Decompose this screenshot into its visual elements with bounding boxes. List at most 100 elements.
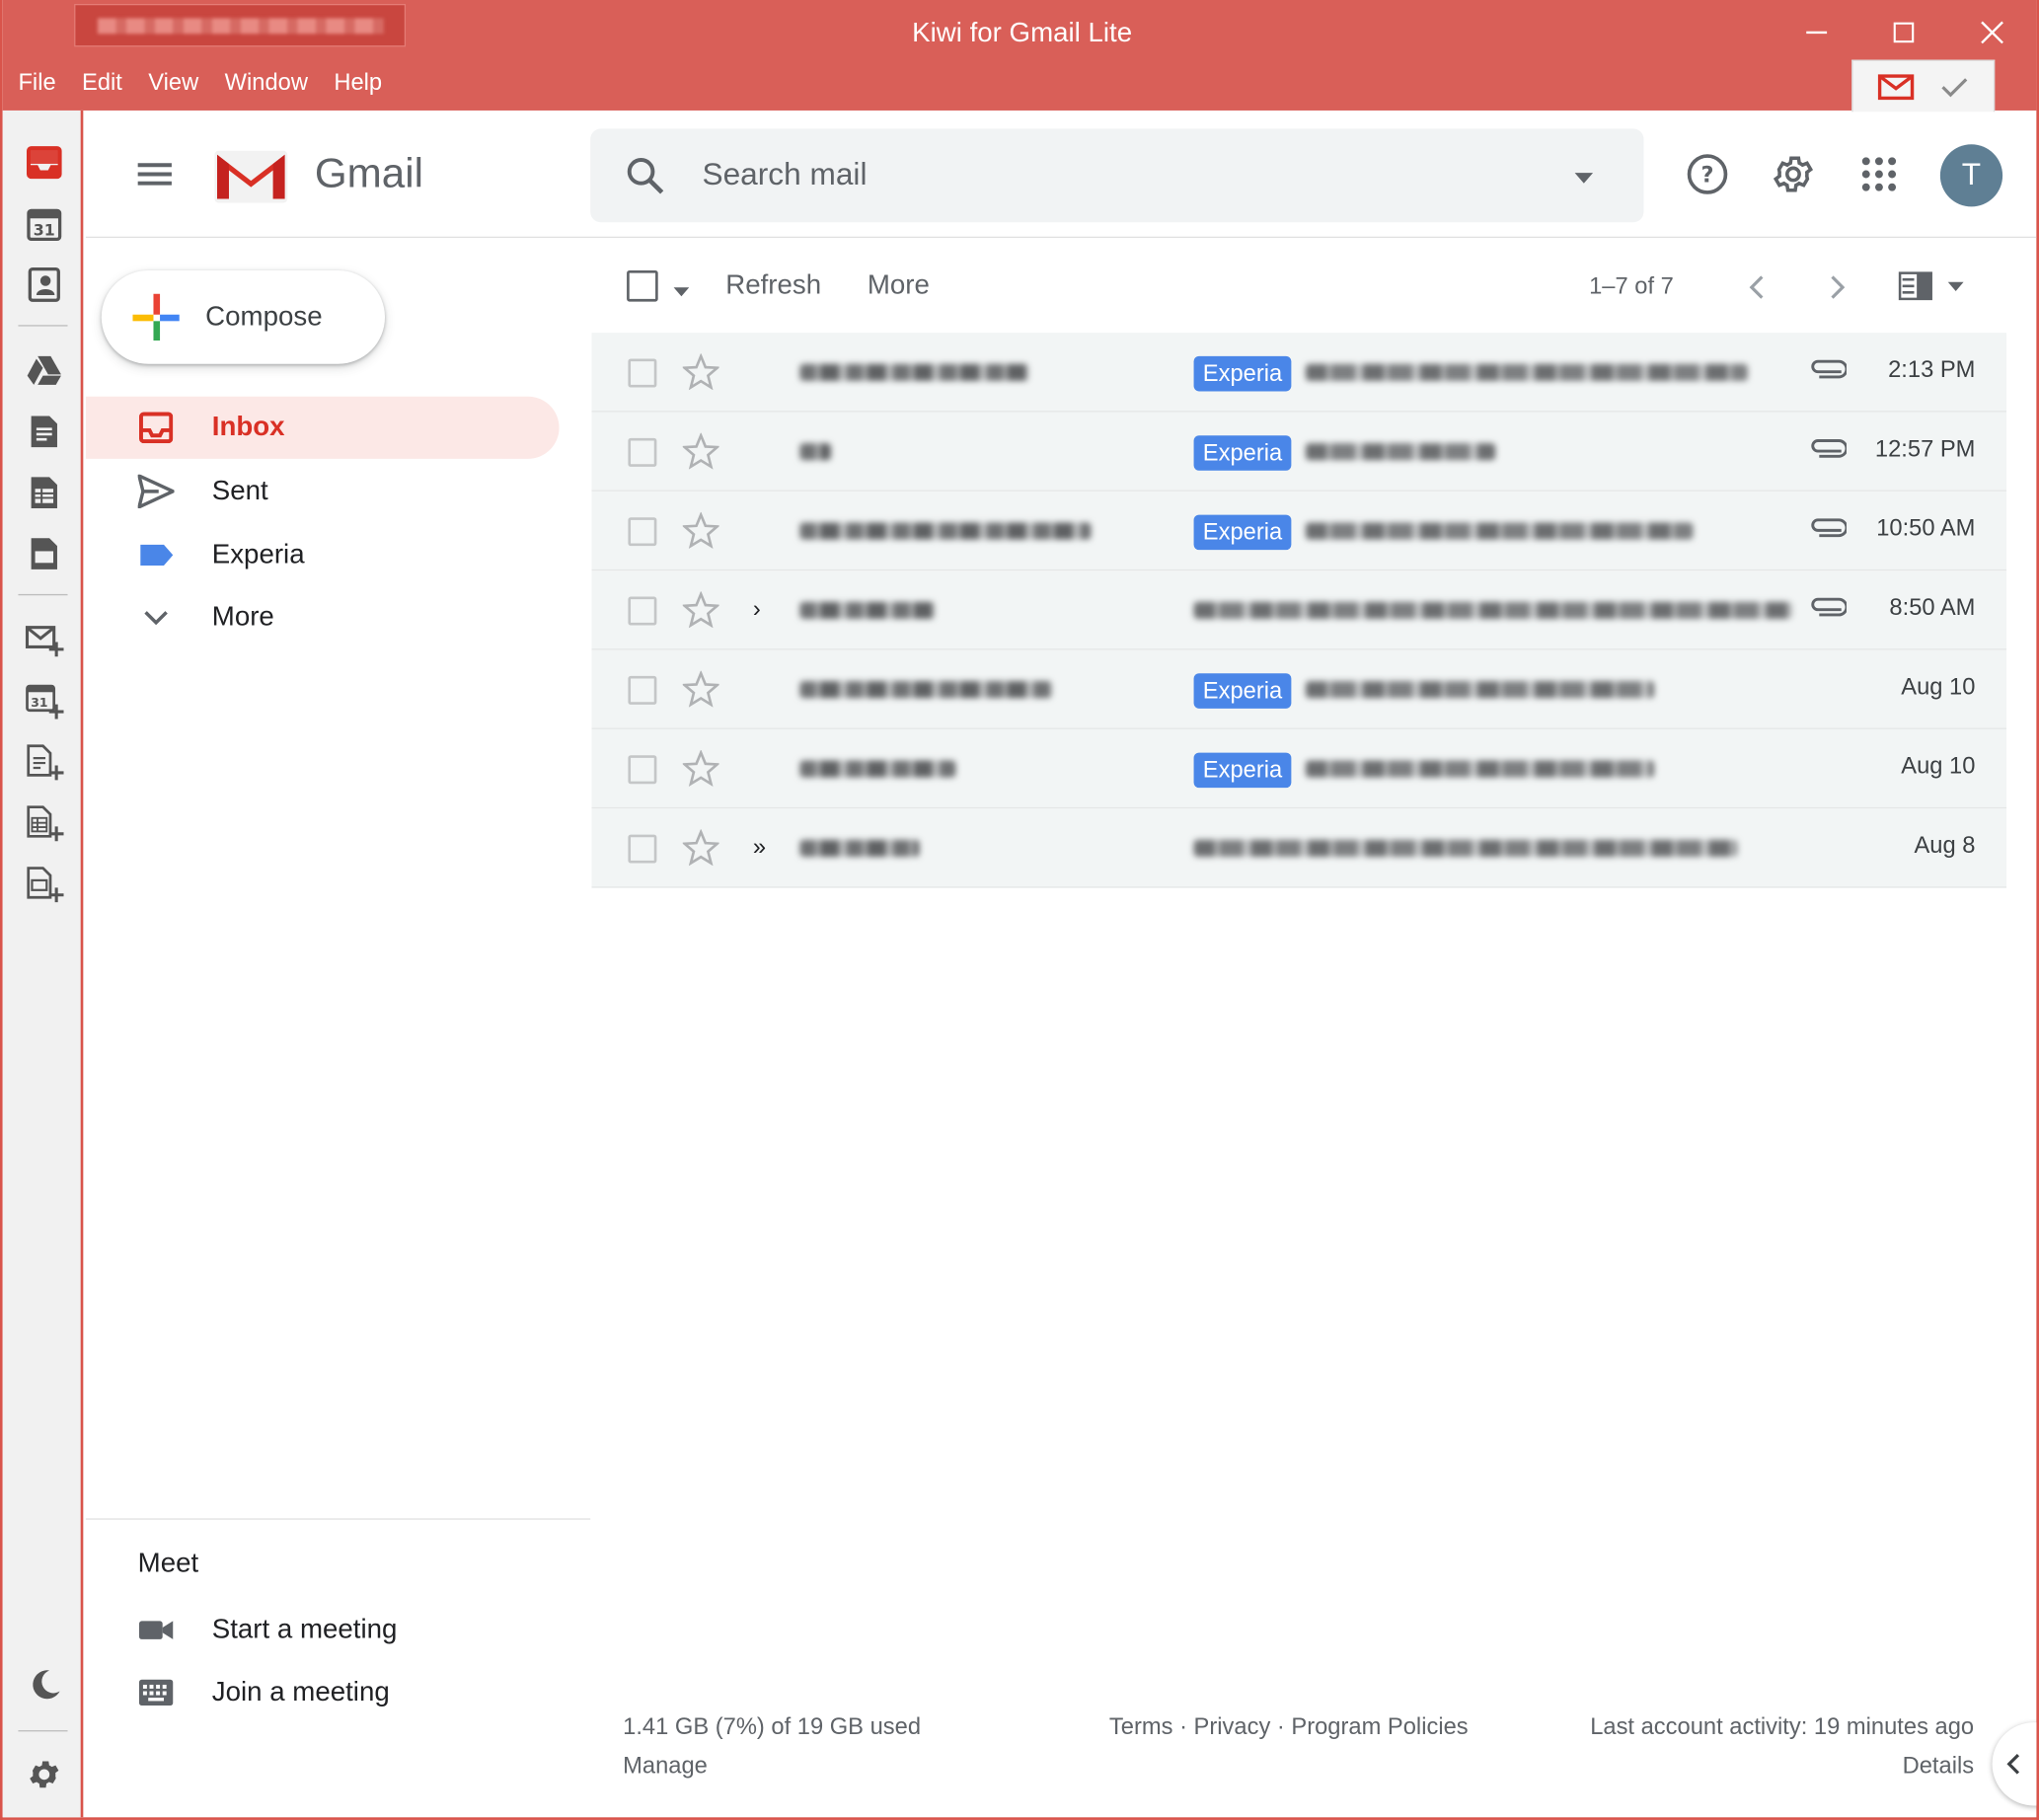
settings-icon[interactable] — [1772, 152, 1816, 196]
sender-blurred — [799, 681, 1052, 699]
gmail-inbox-icon[interactable] — [25, 143, 64, 183]
chevron-down-icon — [138, 599, 175, 636]
more-button[interactable]: More — [868, 270, 930, 302]
star-icon[interactable] — [682, 829, 719, 867]
minimize-icon[interactable] — [1790, 11, 1843, 55]
subject-blurred — [1193, 601, 1792, 619]
chevron-left-icon[interactable] — [1748, 274, 1766, 307]
attachment-icon — [1811, 359, 1847, 379]
sidebar-item-sent[interactable]: Sent — [86, 460, 560, 522]
apps-grid-icon[interactable] — [1857, 152, 1902, 196]
compose-button[interactable]: Compose — [101, 269, 386, 364]
separator: · — [1276, 1712, 1285, 1740]
sidebar-item-label: Experia — [211, 539, 305, 569]
maximize-icon[interactable] — [1878, 11, 1930, 55]
label-chip[interactable]: Experia — [1193, 514, 1292, 551]
new-sheet-icon[interactable] — [25, 803, 64, 843]
compose-label: Compose — [205, 301, 323, 332]
sheets-icon[interactable] — [25, 473, 64, 512]
meet-heading: Meet — [137, 1548, 199, 1578]
mail-row[interactable]: » Aug 8 — [591, 808, 2007, 888]
star-icon[interactable] — [682, 670, 719, 708]
gmail-logo-icon[interactable] — [213, 147, 288, 204]
help-icon[interactable]: ? — [1686, 152, 1730, 196]
docs-icon[interactable] — [25, 413, 64, 452]
star-icon[interactable] — [682, 591, 719, 629]
new-slides-icon[interactable] — [25, 865, 64, 904]
join-meeting-button[interactable]: Join a meeting — [138, 1670, 528, 1714]
menu-help[interactable]: Help — [321, 65, 395, 99]
refresh-button[interactable]: Refresh — [725, 270, 821, 302]
row-checkbox[interactable] — [628, 675, 657, 705]
menu-file[interactable]: File — [3, 65, 69, 99]
sidebar-item-more[interactable]: More — [86, 586, 560, 648]
label-chip[interactable]: Experia — [1193, 752, 1292, 789]
drive-icon[interactable] — [25, 351, 64, 391]
new-email-icon[interactable] — [25, 620, 64, 659]
gmail-wordmark: Gmail — [314, 149, 423, 196]
star-icon[interactable] — [682, 749, 719, 787]
row-checkbox[interactable] — [628, 755, 657, 785]
contacts-icon[interactable] — [25, 265, 64, 305]
menu-window[interactable]: Window — [211, 65, 321, 99]
mail-row[interactable]: Experia 12:57 PM — [591, 412, 2007, 492]
menu-edit[interactable]: Edit — [69, 65, 135, 99]
search-bar[interactable] — [590, 128, 1644, 223]
start-meeting-label: Start a meeting — [211, 1614, 398, 1645]
mail-row[interactable]: Experia 2:13 PM — [591, 333, 2007, 413]
mail-toolbar: Refresh More 1–7 of 7 — [590, 238, 2036, 332]
mail-status-tab[interactable] — [1851, 59, 1996, 113]
sender-blurred — [799, 760, 956, 778]
mail-row[interactable]: › 8:50 AM — [591, 570, 2007, 650]
divider — [85, 1518, 591, 1520]
keyboard-icon — [138, 1679, 174, 1706]
start-meeting-button[interactable]: Start a meeting — [138, 1608, 528, 1652]
chevron-left-icon — [2006, 1753, 2020, 1775]
label-chip[interactable]: Experia — [1193, 673, 1292, 709]
search-input[interactable] — [702, 157, 1509, 194]
sidebar-item-inbox[interactable]: Inbox — [85, 396, 560, 459]
details-link[interactable]: Details — [1821, 1752, 1975, 1780]
split-pane-toggle-icon[interactable] — [1898, 271, 1972, 307]
slides-icon[interactable] — [25, 534, 64, 573]
terms-link[interactable]: Terms — [1109, 1713, 1173, 1741]
new-doc-icon[interactable] — [25, 742, 64, 782]
mail-date: 2:13 PM — [1888, 355, 1976, 383]
main-menu-icon[interactable] — [135, 155, 175, 194]
select-all-checkbox[interactable] — [627, 269, 658, 302]
star-icon[interactable] — [682, 511, 719, 549]
row-checkbox[interactable] — [628, 596, 657, 626]
row-checkbox[interactable] — [628, 358, 657, 388]
side-panel-toggle[interactable] — [1992, 1722, 2037, 1806]
select-dropdown-icon[interactable] — [673, 280, 690, 304]
search-options-dropdown-icon[interactable] — [1573, 168, 1594, 191]
label-chip[interactable]: Experia — [1193, 435, 1292, 471]
page-range: 1–7 of 7 — [1589, 272, 1674, 299]
checkmark-icon — [1941, 77, 1968, 97]
menu-view[interactable]: View — [135, 65, 211, 99]
settings-gear-icon[interactable] — [25, 1755, 64, 1794]
label-chip[interactable]: Experia — [1193, 355, 1292, 392]
send-icon — [137, 473, 175, 509]
mail-row[interactable]: Experia 10:50 AM — [591, 491, 2007, 571]
dark-mode-icon[interactable] — [25, 1665, 64, 1705]
new-event-icon[interactable]: 31 — [25, 681, 64, 720]
star-icon[interactable] — [682, 353, 719, 391]
row-checkbox[interactable] — [628, 517, 657, 547]
manage-storage-link[interactable]: Manage — [623, 1752, 708, 1780]
account-avatar[interactable]: T — [1939, 144, 2003, 207]
sender-blurred — [799, 601, 936, 619]
program-policies-link[interactable]: Program Policies — [1291, 1713, 1468, 1741]
calendar-icon[interactable]: 31 — [25, 204, 64, 244]
sidebar-item-experia[interactable]: Experia — [86, 524, 560, 586]
row-checkbox[interactable] — [628, 437, 657, 467]
chevron-right-icon[interactable] — [1829, 274, 1847, 307]
star-icon[interactable] — [682, 432, 719, 470]
mail-row[interactable]: Experia Aug 10 — [591, 649, 2007, 729]
row-checkbox[interactable] — [628, 834, 657, 864]
privacy-link[interactable]: Privacy — [1194, 1713, 1271, 1741]
sender-blurred — [799, 522, 1092, 540]
search-icon[interactable] — [624, 155, 665, 203]
close-icon[interactable] — [1966, 11, 2018, 55]
mail-row[interactable]: Experia Aug 10 — [591, 728, 2007, 809]
